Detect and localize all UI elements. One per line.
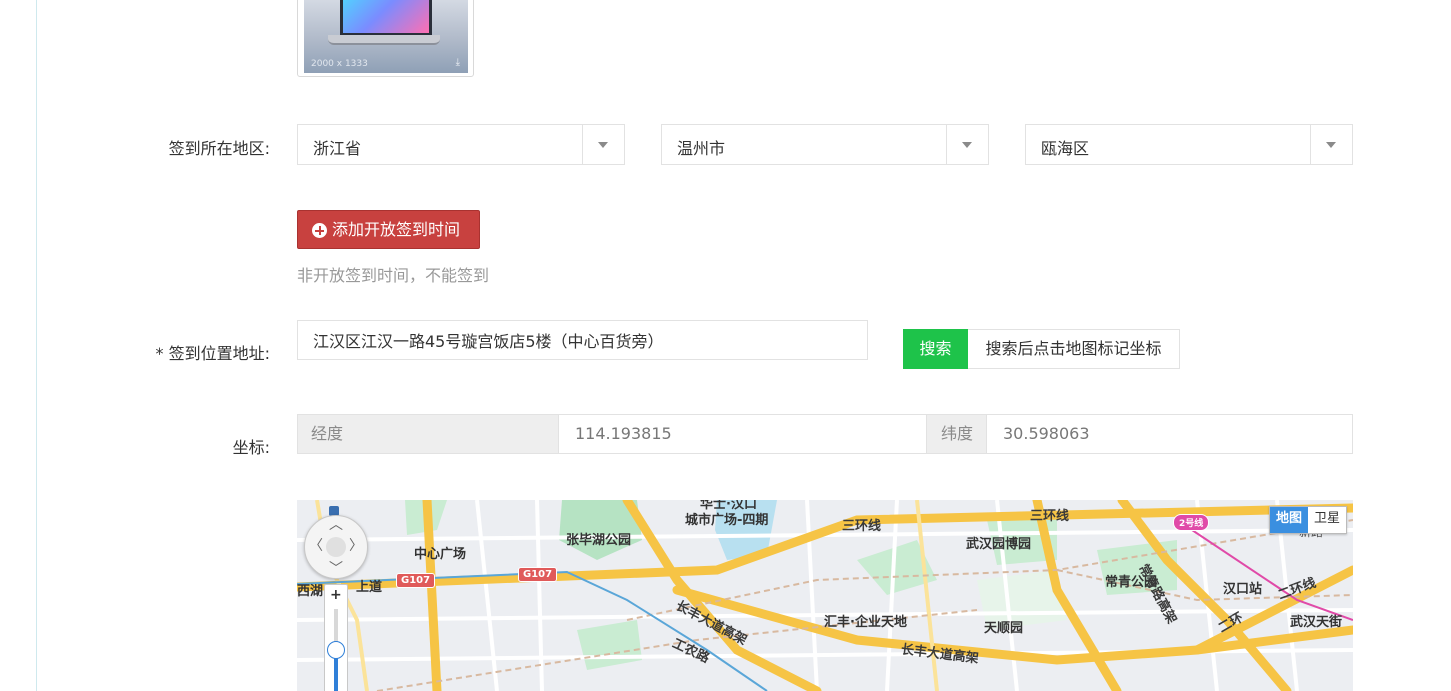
search-button[interactable]: 搜索 — [903, 329, 968, 369]
search-tip: 搜索后点击地图标记坐标 — [968, 329, 1180, 369]
longitude-field[interactable]: 114.193815 — [558, 415, 926, 453]
pan-up-icon[interactable]: ︿ — [329, 518, 343, 532]
map-zoom-control[interactable]: + — [324, 584, 348, 691]
map-pan-control[interactable]: ︿ ﹀ 〈 〉 — [304, 515, 368, 579]
province-select[interactable]: 浙江省 — [297, 124, 625, 165]
g107-shield-a: G107 — [396, 573, 436, 588]
pan-center — [326, 537, 346, 557]
add-open-time-label: 添加开放签到时间 — [332, 220, 461, 239]
chevron-down-icon — [1326, 142, 1336, 148]
map-label-tianshun: 天顺园 — [984, 621, 1024, 636]
map-label-xihu: 西湖 — [297, 584, 324, 599]
map-label-shangdao: 上道 — [356, 580, 383, 595]
pan-right-icon[interactable]: 〉 — [349, 539, 363, 553]
add-open-time-button[interactable]: 添加开放签到时间 — [297, 210, 480, 249]
city-value: 温州市 — [677, 139, 726, 158]
map-label-wuhan-tianjie: 武汉天街 — [1290, 615, 1343, 630]
address-input[interactable] — [297, 320, 868, 360]
city-dropdown-toggle[interactable] — [946, 125, 988, 164]
map-type-map-button[interactable]: 地图 — [1269, 507, 1308, 533]
address-label: * 签到位置地址: — [155, 344, 270, 363]
district-value: 瓯海区 — [1041, 139, 1090, 158]
uploaded-image-thumbnail[interactable]: 2000 x 1333 ⤓ — [297, 0, 474, 77]
zoom-in-icon[interactable]: + — [330, 587, 342, 603]
laptop-base-image — [328, 35, 440, 45]
download-icon[interactable]: ⤓ — [456, 57, 460, 68]
map-label-zhanghua-park: 张毕湖公园 — [566, 533, 632, 548]
district-dropdown-toggle[interactable] — [1310, 125, 1352, 164]
map-label-hankou-station: 汉口站 — [1223, 582, 1263, 597]
map-label-third-ring-1: 三环线 — [842, 519, 882, 534]
map-label-huifeng: 汇丰·企业天地 — [824, 615, 907, 630]
latitude-field[interactable]: 30.598063 — [986, 415, 1352, 453]
g107-shield-b: G107 — [518, 567, 558, 582]
map-type-switch: 地图 卫星 — [1268, 506, 1347, 534]
chevron-down-icon — [598, 142, 608, 148]
map-type-satellite-button[interactable]: 卫星 — [1308, 507, 1346, 533]
pan-left-icon[interactable]: 〈 — [309, 539, 323, 553]
map-label-top-cut: 华士·汉口 — [700, 500, 757, 512]
zoom-slider-handle[interactable] — [327, 641, 345, 659]
city-select[interactable]: 温州市 — [661, 124, 989, 165]
metro-line-badge: 2号线 — [1173, 514, 1210, 531]
district-select[interactable]: 瓯海区 — [1025, 124, 1353, 165]
laptop-photo: 2000 x 1333 ⤓ — [304, 0, 468, 73]
map-label-wuhan-expo: 武汉园博园 — [966, 537, 1032, 552]
map-view[interactable]: ——— 中心广场 张毕湖公园 城市广场-四期 华士·汉口 三环线 三环线 武汉园… — [297, 500, 1353, 691]
chevron-down-icon — [962, 142, 972, 148]
image-dimension-text: 2000 x 1333 — [311, 59, 368, 69]
province-dropdown-toggle[interactable] — [582, 125, 624, 164]
open-time-hint: 非开放签到时间，不能签到 — [297, 266, 490, 285]
map-label-center-square: 中心广场 — [414, 547, 467, 562]
province-value: 浙江省 — [313, 139, 362, 158]
plus-circle-icon — [312, 223, 327, 238]
region-label: 签到所在地区: — [168, 139, 270, 158]
latitude-addon: 纬度 — [926, 415, 987, 453]
pan-down-icon[interactable]: ﹀ — [329, 562, 343, 576]
map-label-third-ring-2: 三环线 — [1030, 509, 1070, 524]
laptop-screen-image — [340, 0, 432, 36]
coords-label: 坐标: — [232, 438, 270, 457]
map-label-cut: ——— — [363, 500, 402, 507]
longitude-addon: 经度 — [298, 415, 558, 453]
coords-input-group: 经度 114.193815 纬度 30.598063 — [297, 414, 1353, 454]
